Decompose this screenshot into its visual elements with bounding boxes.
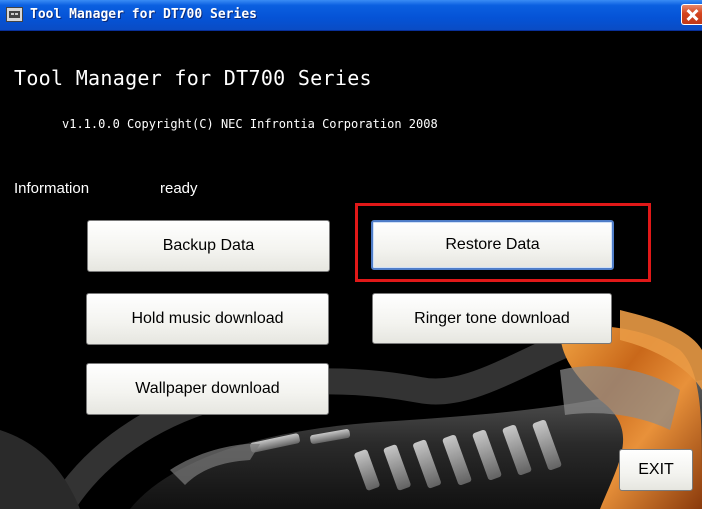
wallpaper-download-button[interactable]: Wallpaper download: [86, 363, 329, 415]
close-button[interactable]: [681, 4, 702, 25]
app-heading: Tool Manager for DT700 Series: [14, 66, 372, 90]
backup-data-button[interactable]: Backup Data: [87, 220, 330, 272]
ringer-tone-download-button[interactable]: Ringer tone download: [372, 293, 612, 344]
window-title: Tool Manager for DT700 Series: [30, 7, 257, 22]
app-icon[interactable]: [6, 7, 23, 22]
information-status: ready: [160, 180, 198, 197]
title-bar[interactable]: Tool Manager for DT700 Series: [0, 0, 702, 31]
information-label: Information: [14, 180, 90, 197]
exit-button[interactable]: EXIT: [619, 449, 693, 491]
app-window: Tool Manager for DT700 Series Tool Manag…: [0, 0, 702, 509]
version-copyright: v1.1.0.0 Copyright(C) NEC Infrontia Corp…: [62, 117, 438, 131]
restore-data-button[interactable]: Restore Data: [371, 220, 614, 270]
hold-music-download-button[interactable]: Hold music download: [86, 293, 329, 345]
